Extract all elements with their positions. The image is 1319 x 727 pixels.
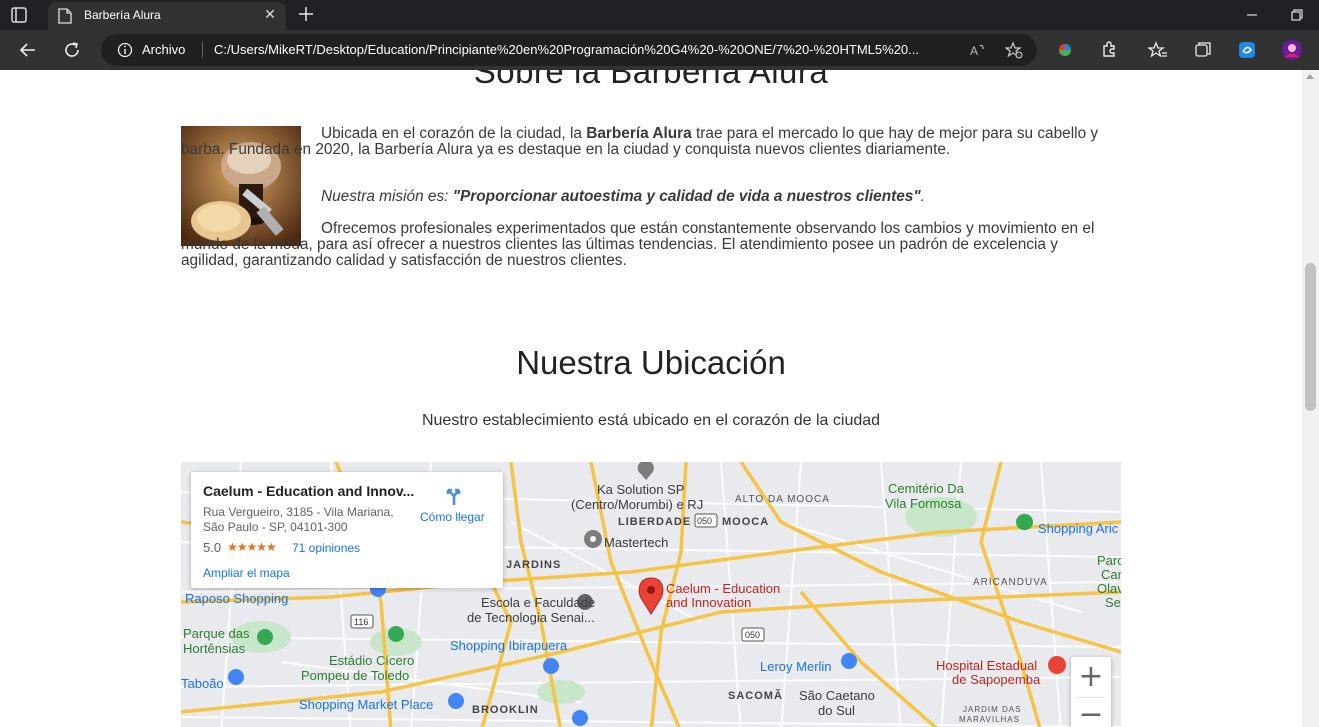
zoom-out-button[interactable]: − bbox=[1071, 697, 1111, 727]
google-map[interactable]: Ka Solution SP (Centro/Morumbi) e RJ ALT… bbox=[181, 462, 1121, 727]
favorites-icon[interactable] bbox=[1148, 40, 1168, 60]
profile-avatar-icon[interactable] bbox=[1281, 39, 1303, 61]
svg-text:A: A bbox=[970, 44, 978, 58]
map-label: ARICANDUVA bbox=[973, 577, 1048, 588]
about-title: Sobre la Barbería Alura bbox=[473, 70, 829, 90]
map-label[interactable]: Se bbox=[1105, 595, 1121, 610]
page-viewport: Sobre la Barbería Alura Ubicada en el co… bbox=[0, 70, 1302, 727]
directions-link[interactable]: Cómo llegar bbox=[420, 510, 485, 524]
place-rating: 5.0 bbox=[203, 540, 222, 555]
map-label[interactable]: Estádio Cícero bbox=[329, 653, 414, 668]
new-tab-icon[interactable] bbox=[296, 4, 316, 24]
map-label: LIBERDADE bbox=[618, 516, 692, 528]
map-label: JARDINS bbox=[506, 559, 562, 571]
back-icon[interactable] bbox=[18, 40, 38, 60]
map-label[interactable]: Pompeu de Toledo bbox=[301, 668, 409, 683]
browser-toolbar: Archivo C:/Users/MikeRT/Desktop/Educatio… bbox=[0, 30, 1319, 70]
add-favorite-icon[interactable] bbox=[1005, 41, 1023, 59]
page-scrollbar[interactable] bbox=[1302, 70, 1319, 727]
extension-color-icon[interactable] bbox=[1055, 40, 1075, 60]
scrollbar-thumb[interactable] bbox=[1305, 263, 1316, 411]
zoom-in-button[interactable]: + bbox=[1071, 657, 1111, 697]
enlarge-map-link[interactable]: Ampliar el mapa bbox=[203, 566, 290, 580]
map-label[interactable]: de Tecnologia Senai... bbox=[467, 610, 595, 625]
map-label: JARDIM DAS bbox=[963, 705, 1022, 714]
map-label[interactable]: Hortênsias bbox=[183, 641, 245, 656]
map-label[interactable]: Parc bbox=[1097, 553, 1121, 568]
map-place-card: Caelum - Education and Innov... Rua Verg… bbox=[191, 472, 503, 588]
map-label: SACOMÃ bbox=[728, 690, 783, 702]
place-address-line2: São Paulo - SP, 04101-300 bbox=[203, 520, 348, 534]
url-text[interactable]: C:/Users/MikeRT/Desktop/Education/Princi… bbox=[214, 42, 962, 57]
map-label[interactable]: Car bbox=[1101, 567, 1121, 582]
minimize-icon[interactable] bbox=[1244, 7, 1260, 23]
map-label[interactable]: Ka Solution SP bbox=[597, 482, 684, 497]
map-label[interactable]: do Sul bbox=[818, 703, 855, 718]
map-label[interactable]: Escola e Faculdade bbox=[481, 595, 595, 610]
map-label: BROOKLIN bbox=[472, 704, 539, 716]
map-label[interactable]: Mastertech bbox=[604, 535, 668, 550]
read-aloud-icon[interactable]: A bbox=[969, 41, 987, 59]
place-address-line1: Rua Vergueiro, 3185 - Vila Mariana, bbox=[203, 505, 394, 519]
map-label[interactable]: Leroy Merlin bbox=[760, 659, 832, 674]
rating-stars-icon: ★★★★★ bbox=[227, 540, 277, 554]
address-separator bbox=[202, 42, 203, 58]
map-label[interactable]: São Caetano bbox=[799, 688, 875, 703]
address-bar[interactable]: Archivo C:/Users/MikeRT/Desktop/Educatio… bbox=[101, 34, 1037, 66]
scroll-up-arrow-icon[interactable] bbox=[1306, 74, 1314, 79]
mission-label: Nuestra misión es: bbox=[321, 188, 453, 205]
about-paragraph-1: Ubicada en el corazón de la ciudad, la B… bbox=[181, 126, 1106, 158]
about-p1-brand: Barbería Alura bbox=[586, 125, 692, 142]
place-name[interactable]: Caelum - Education and Innov... bbox=[203, 483, 414, 499]
address-label: Archivo bbox=[142, 42, 186, 57]
map-label[interactable]: Shopping Ibirapuera bbox=[450, 638, 567, 653]
page-icon bbox=[58, 8, 72, 24]
map-label[interactable]: Caelum - Education bbox=[666, 581, 780, 596]
map-label[interactable]: de Sapopemba bbox=[952, 672, 1040, 687]
map-label[interactable]: Shopping Market Place bbox=[299, 697, 433, 712]
road-shield-label: 116 bbox=[354, 617, 369, 627]
tab-actions-icon[interactable] bbox=[10, 6, 28, 24]
close-tab-icon[interactable]: ✕ bbox=[262, 7, 278, 23]
map-label[interactable]: Raposo Shopping bbox=[185, 591, 288, 606]
collections-icon[interactable] bbox=[1193, 40, 1213, 60]
map-label[interactable]: Parque das bbox=[183, 626, 250, 641]
location-title: Nuestra Ubicación bbox=[516, 344, 786, 381]
location-subtitle: Nuestro establecimiento está ubicado en … bbox=[421, 412, 881, 429]
map-label[interactable]: Vila Formosa bbox=[885, 496, 961, 511]
mission-quote: "Proporcionar autoestima y calidad de vi… bbox=[452, 188, 921, 205]
info-icon[interactable] bbox=[117, 42, 133, 58]
map-label: MARAVILHAS bbox=[959, 715, 1020, 724]
tab-barberia[interactable]: Barbería Alura ✕ bbox=[48, 2, 286, 30]
restore-icon[interactable] bbox=[1289, 7, 1305, 23]
tab-bar: Barbería Alura ✕ bbox=[0, 0, 1319, 30]
about-p1-text: Ubicada en el corazón de la ciudad, la bbox=[321, 125, 587, 142]
map-label: MOOCA bbox=[722, 516, 770, 528]
refresh-icon[interactable] bbox=[62, 40, 82, 60]
map-label[interactable]: and Innovation bbox=[666, 595, 751, 610]
road-shield-label: 050 bbox=[697, 516, 713, 526]
map-label[interactable]: (Centro/Morumbi) e RJ bbox=[571, 497, 703, 512]
reviews-link[interactable]: 71 opiniones bbox=[292, 541, 360, 555]
directions-icon[interactable] bbox=[443, 484, 465, 506]
map-label[interactable]: Olavo bbox=[1097, 581, 1121, 596]
tab-title: Barbería Alura bbox=[84, 8, 161, 22]
map-label[interactable]: Hospital Estadual bbox=[936, 658, 1037, 673]
mission-end: . bbox=[920, 188, 925, 205]
about-mission: Nuestra misión es: "Proporcionar autoest… bbox=[181, 189, 1106, 205]
map-label: ALTO DA MOOCA bbox=[735, 494, 830, 505]
map-label[interactable]: Cemitério Da bbox=[888, 481, 964, 496]
map-zoom-control: + − bbox=[1071, 657, 1111, 727]
extensions-icon[interactable] bbox=[1099, 40, 1119, 60]
map-label[interactable]: Shopping Aric bbox=[1038, 521, 1118, 536]
about-paragraph-3: Ofrecemos profesionales experimentados q… bbox=[181, 220, 1095, 269]
browser-essentials-icon[interactable] bbox=[1237, 40, 1257, 60]
road-shield-label: 050 bbox=[745, 630, 761, 640]
map-label[interactable]: Taboão bbox=[181, 676, 224, 691]
